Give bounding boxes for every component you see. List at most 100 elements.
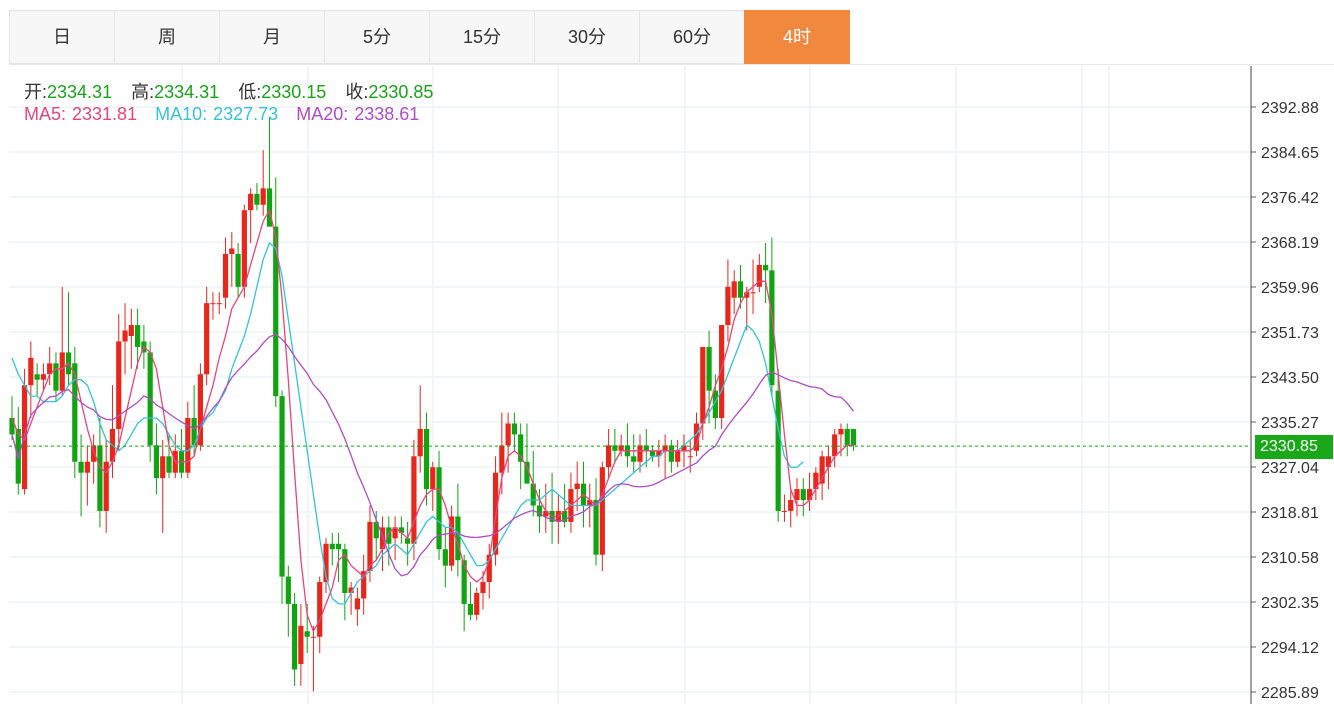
y-tick-label: 2368.19: [1261, 235, 1319, 252]
candle-body: [675, 450, 681, 462]
candle-body: [78, 461, 84, 473]
candle-body: [474, 592, 480, 615]
y-tick-label: 2327.04: [1261, 460, 1319, 477]
low-label: 低:: [238, 82, 262, 102]
candle-body: [599, 467, 605, 555]
candle-body: [700, 346, 706, 424]
y-tick-label: 2343.50: [1261, 370, 1319, 387]
candle-body: [166, 456, 172, 473]
candle-body: [800, 489, 806, 501]
close-label: 收:: [345, 82, 369, 102]
candle-body: [210, 303, 216, 305]
candle-body: [97, 445, 103, 511]
high-label: 高:: [131, 82, 155, 102]
ma-label: MA20:: [296, 104, 349, 124]
candle-body: [229, 248, 235, 254]
ma-label: MA5:: [24, 104, 67, 124]
candle-body: [285, 576, 291, 604]
candle-body: [204, 303, 210, 375]
candle-body: [737, 281, 744, 298]
candle-body: [505, 423, 511, 446]
candle-body: [279, 396, 285, 577]
candle-body: [687, 456, 693, 458]
candle-body: [417, 428, 423, 457]
candle-body: [329, 543, 335, 550]
candle-body: [260, 188, 266, 205]
candle-body: [518, 434, 524, 462]
ma-readout: MA5: 2331.81 MA10: 2327.73 MA20: 2338.61: [24, 104, 437, 125]
candle-body: [241, 210, 247, 287]
candle-body: [844, 428, 850, 446]
candle-body: [248, 193, 254, 211]
y-tick-label: 2392.88: [1261, 100, 1319, 117]
ohlc-readout: 开:2334.31 高:2334.31 低:2330.15 收:2330.85: [24, 78, 433, 104]
candle-body: [160, 456, 166, 479]
candle-body: [631, 456, 637, 462]
candle-body: [304, 631, 310, 637]
y-tick-label: 2384.65: [1261, 145, 1319, 162]
candle-body: [84, 461, 90, 473]
candle-body: [725, 286, 731, 326]
y-tick-label: 2310.58: [1261, 550, 1319, 567]
candle-body: [122, 330, 128, 342]
candle-body: [317, 582, 323, 637]
candle-body: [832, 434, 838, 457]
ma-value: 2338.61: [354, 104, 420, 124]
candle-body: [40, 374, 46, 380]
candle-body: [310, 636, 317, 638]
candle-body: [794, 489, 800, 501]
candle-body: [354, 598, 360, 610]
candle-body: [649, 450, 656, 457]
candle-body: [449, 516, 455, 566]
candle-body: [731, 281, 737, 298]
candle-body: [781, 510, 788, 512]
candle-body: [91, 445, 97, 462]
ma-value: 2331.81: [72, 104, 138, 124]
candle-body: [216, 303, 222, 305]
candle-body: [72, 363, 78, 462]
candle-body: [706, 346, 712, 391]
low-value: 2330.15: [261, 82, 327, 102]
candle-body: [593, 500, 599, 555]
candle-body: [499, 445, 505, 473]
last-price-tag: 2330.85: [1255, 435, 1333, 459]
candle-body: [825, 456, 831, 468]
candle-body: [128, 325, 134, 336]
y-tick-label: 2376.42: [1261, 190, 1319, 207]
open-value: 2334.31: [47, 82, 113, 102]
candle-body: [763, 264, 769, 271]
candle-body: [298, 625, 304, 665]
y-tick-label: 2302.35: [1261, 595, 1319, 612]
candle-body: [511, 423, 517, 435]
candle-body: [34, 374, 40, 380]
candle-body: [28, 357, 34, 386]
candle-body: [430, 467, 436, 490]
candle-body: [222, 253, 229, 298]
candle-body: [153, 445, 160, 479]
candle-body: [335, 543, 342, 550]
candle-body: [750, 292, 756, 294]
candle-body: [423, 428, 430, 490]
candle-body: [606, 445, 612, 468]
open-label: 开:: [24, 82, 48, 102]
candle-body: [15, 428, 21, 484]
candle-body: [467, 603, 474, 615]
candle-body: [59, 352, 65, 391]
candle-body: [775, 390, 781, 511]
y-tick-label: 2359.96: [1261, 280, 1319, 297]
candle-body: [135, 325, 141, 347]
high-value: 2334.31: [154, 82, 220, 102]
ma-item-0: MA5: 2331.81: [24, 104, 137, 124]
ma-label: MA10:: [155, 104, 208, 124]
y-tick-label: 2351.73: [1261, 325, 1319, 342]
candle-body: [637, 445, 643, 462]
candle-body: [235, 253, 241, 287]
ma-item-1: MA10: 2327.73: [155, 104, 278, 124]
candle-body: [788, 500, 794, 511]
candle-body: [480, 582, 486, 593]
ma-item-2: MA20: 2338.61: [296, 104, 419, 124]
ma-value: 2327.73: [213, 104, 279, 124]
candle-body: [292, 603, 298, 670]
candle-body: [668, 445, 674, 462]
candle-body: [574, 483, 580, 490]
